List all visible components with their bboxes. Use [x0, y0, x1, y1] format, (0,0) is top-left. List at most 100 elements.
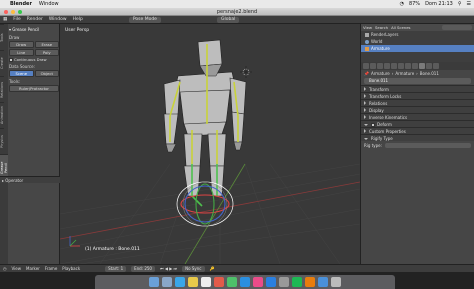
- music-dock-icon[interactable]: [253, 277, 263, 287]
- bone-tab-icon[interactable]: [419, 63, 425, 69]
- render-tab-icon[interactable]: [363, 63, 369, 69]
- panel-display[interactable]: Display: [361, 106, 474, 113]
- tab-animation[interactable]: Animation: [0, 102, 4, 128]
- scene-button[interactable]: Scene: [9, 70, 34, 77]
- panel-rigify-type[interactable]: Rigify Type: [361, 134, 474, 141]
- finder-dock-icon[interactable]: [149, 277, 159, 287]
- minimize-window-button[interactable]: [11, 10, 15, 14]
- outliner-row[interactable]: World: [361, 38, 474, 45]
- zoom-window-button[interactable]: [18, 10, 22, 14]
- facetime-dock-icon[interactable]: [240, 277, 250, 287]
- scene-tab-icon[interactable]: [377, 63, 383, 69]
- tab-create[interactable]: Create: [0, 50, 4, 76]
- menu-render[interactable]: Render: [27, 17, 43, 22]
- outliner-row-selected[interactable]: Armature: [361, 45, 474, 52]
- editor-type-icon[interactable]: ▦: [3, 17, 7, 22]
- rotation-gizmo[interactable]: [176, 181, 234, 227]
- menu-marker[interactable]: Marker: [26, 266, 40, 271]
- end-frame-field[interactable]: End: 250: [131, 265, 155, 272]
- preferences-dock-icon[interactable]: [279, 277, 289, 287]
- axis-orientation-icon: [69, 236, 80, 247]
- bone-constraints-tab-icon[interactable]: [426, 63, 432, 69]
- window-controls: [4, 10, 22, 14]
- line-button[interactable]: Line: [9, 49, 34, 56]
- panel-transform-locks[interactable]: Transform Locks: [361, 92, 474, 99]
- blender-dock-icon[interactable]: [305, 277, 315, 287]
- menu-help[interactable]: Help: [73, 17, 83, 22]
- tool-shelf-tabs: Tools Create Relations Animation Physics…: [0, 24, 8, 264]
- object-tab-icon[interactable]: [391, 63, 397, 69]
- outliner: View Search All Scenes RenderLayers Worl…: [360, 24, 474, 62]
- menu-list-icon[interactable]: ☰: [467, 1, 471, 7]
- object-button[interactable]: Object: [34, 70, 59, 77]
- outliner-row[interactable]: RenderLayers: [361, 31, 474, 38]
- menu-window[interactable]: Window: [49, 17, 67, 22]
- appstore-dock-icon[interactable]: [266, 277, 276, 287]
- play-controls-icon[interactable]: ⏮ ◀ ▶ ⏭: [160, 266, 177, 271]
- safari-dock-icon[interactable]: [175, 277, 185, 287]
- character-mesh[interactable]: [163, 39, 247, 197]
- viewport-label: User Persp: [65, 28, 90, 33]
- panel-deform[interactable]: Deform: [361, 120, 474, 127]
- 3d-cursor-icon[interactable]: [240, 66, 252, 78]
- continuous-draw-checkbox[interactable]: [9, 57, 13, 62]
- tab-tools[interactable]: Tools: [0, 24, 4, 50]
- tab-relations[interactable]: Relations: [0, 76, 4, 102]
- close-window-button[interactable]: [4, 10, 8, 14]
- launchpad-dock-icon[interactable]: [162, 277, 172, 287]
- menu-file[interactable]: File: [13, 17, 21, 22]
- constraints-tab-icon[interactable]: [398, 63, 404, 69]
- ruler-protractor-button[interactable]: Ruler/Protractor: [9, 85, 59, 92]
- draw-button[interactable]: Draw: [9, 41, 34, 48]
- 3d-viewport[interactable]: User Persp (1) Armature : Bone.011: [60, 24, 360, 264]
- grease-pencil-header[interactable]: ▾ Grease Pencil: [9, 26, 59, 33]
- outliner-search-field[interactable]: [442, 25, 472, 30]
- timeline-editor-icon[interactable]: ◷: [3, 266, 7, 271]
- clock[interactable]: Dom 21:13: [425, 1, 453, 7]
- window-menu[interactable]: Window: [39, 1, 59, 7]
- deform-checkbox[interactable]: [371, 123, 375, 127]
- panel-inverse-kinematics[interactable]: Inverse Kinematics: [361, 113, 474, 120]
- chrome-dock-icon[interactable]: [318, 277, 328, 287]
- properties-tabs: [361, 62, 474, 70]
- orientation-select[interactable]: Global: [216, 16, 240, 23]
- outliner-search-menu[interactable]: Search: [375, 25, 388, 30]
- photos-dock-icon[interactable]: [214, 277, 224, 287]
- menu-frame[interactable]: Frame: [45, 266, 57, 271]
- blender-header: ▦ File Render Window Help Pose Mode Glob…: [0, 16, 474, 24]
- tab-physics[interactable]: Physics: [0, 128, 4, 154]
- world-tab-icon[interactable]: [384, 63, 390, 69]
- sync-select[interactable]: No Sync: [182, 265, 205, 272]
- keying-set-icon[interactable]: 🔑: [210, 266, 215, 271]
- erase-button[interactable]: Erase: [34, 41, 59, 48]
- menu-playback[interactable]: Playback: [62, 266, 80, 271]
- wifi-icon[interactable]: ◔: [400, 1, 404, 7]
- calendar-dock-icon[interactable]: [201, 277, 211, 287]
- outliner-scope-select[interactable]: All Scenes: [391, 25, 410, 30]
- rig-type-row: Rig type:: [361, 141, 474, 150]
- spotify-dock-icon[interactable]: [292, 277, 302, 287]
- app-menu[interactable]: Blender: [10, 1, 32, 7]
- pin-icon[interactable]: 📌: [364, 71, 369, 76]
- battery-percent[interactable]: 87%: [409, 1, 420, 7]
- bone-name-field[interactable]: Bone.011: [364, 78, 471, 84]
- panel-transform[interactable]: Transform: [361, 85, 474, 92]
- panel-custom-properties[interactable]: Custom Properties: [361, 127, 474, 134]
- mode-select[interactable]: Pose Mode: [128, 16, 161, 23]
- texture-tab-icon[interactable]: [433, 63, 439, 69]
- window-title: persnaje2.blend: [216, 9, 258, 15]
- menu-view[interactable]: View: [12, 266, 22, 271]
- panel-relations[interactable]: Relations: [361, 99, 474, 106]
- messages-dock-icon[interactable]: [227, 277, 237, 287]
- notes-dock-icon[interactable]: [188, 277, 198, 287]
- operator-panel[interactable]: ▸ Operator: [0, 176, 60, 183]
- rig-type-field[interactable]: [384, 143, 471, 148]
- modifiers-tab-icon[interactable]: [405, 63, 411, 69]
- render-layers-tab-icon[interactable]: [370, 63, 376, 69]
- start-frame-field[interactable]: Start: 1: [105, 265, 127, 272]
- data-tab-icon[interactable]: [412, 63, 418, 69]
- outliner-view-menu[interactable]: View: [363, 25, 372, 30]
- search-icon[interactable]: ⚲: [458, 1, 462, 7]
- poly-button[interactable]: Poly: [34, 49, 59, 56]
- trash-dock-icon[interactable]: [331, 277, 341, 287]
